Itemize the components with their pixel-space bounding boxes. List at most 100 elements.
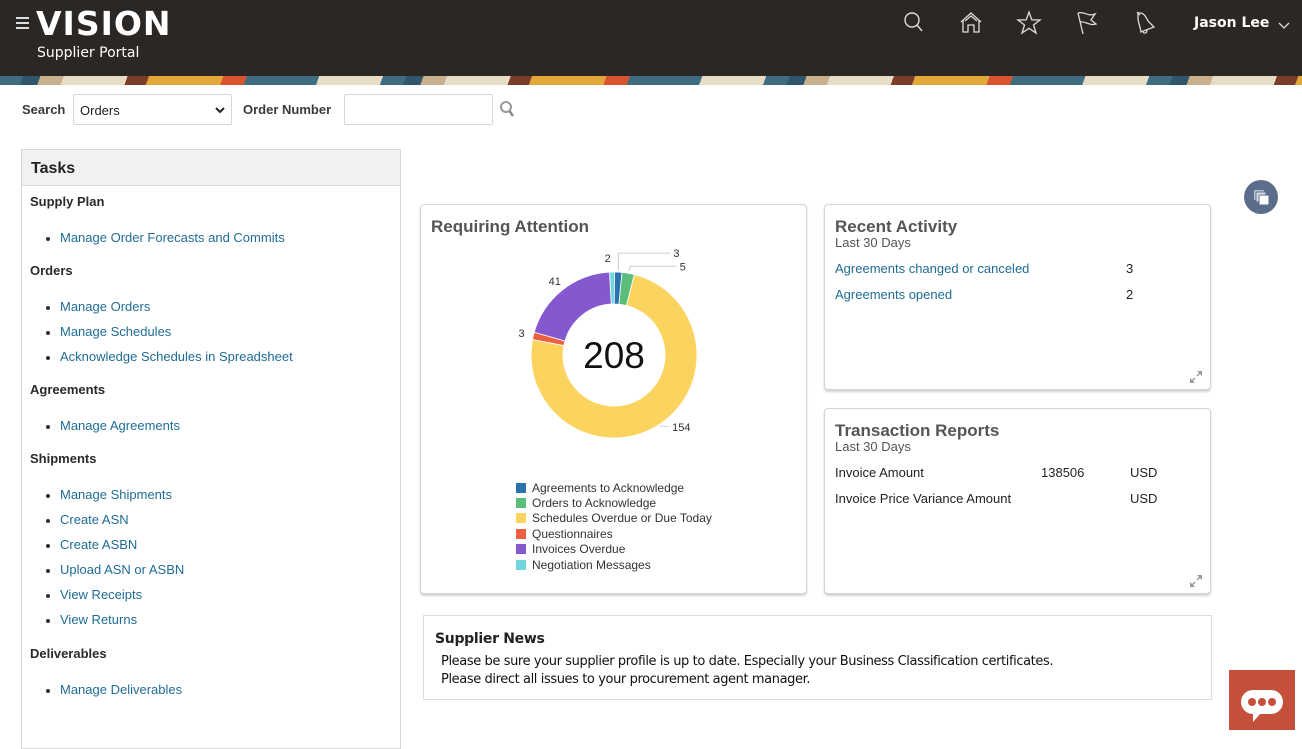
task-link[interactable]: Create ASBN bbox=[60, 537, 137, 552]
task-link[interactable]: Manage Schedules bbox=[60, 324, 171, 339]
news-line: Please direct all issues to your procure… bbox=[441, 672, 811, 687]
card-title: Recent Activity bbox=[835, 217, 958, 236]
report-label: Invoice Amount bbox=[835, 465, 924, 480]
card-title: Requiring Attention bbox=[431, 217, 590, 236]
search-label: Search bbox=[22, 102, 66, 117]
report-currency: USD bbox=[1130, 465, 1158, 480]
news-title: Supplier News bbox=[435, 631, 545, 647]
bullet bbox=[46, 331, 50, 335]
app-logo[interactable]: VISION bbox=[36, 4, 172, 43]
floating-action-button[interactable] bbox=[1244, 180, 1278, 214]
leader-line bbox=[628, 265, 677, 272]
order-number-label: Order Number bbox=[243, 102, 332, 117]
task-group-supply-plan: Supply Plan bbox=[30, 194, 105, 209]
expand-icon[interactable] bbox=[1190, 371, 1202, 383]
bullet bbox=[46, 544, 50, 548]
task-group-orders: Orders bbox=[30, 263, 73, 278]
navigator-menu-icon[interactable] bbox=[16, 17, 29, 29]
task-group-shipments: Shipments bbox=[30, 451, 97, 466]
legend-label: Negotiation Messages bbox=[532, 557, 651, 572]
favorites-star-icon[interactable] bbox=[1016, 10, 1042, 36]
bullet bbox=[46, 494, 50, 498]
search-category-value: Orders bbox=[80, 103, 120, 118]
search-icon[interactable] bbox=[901, 10, 927, 36]
donut-center-total: 208 bbox=[583, 335, 645, 376]
report-amount: 138506 bbox=[1041, 465, 1085, 480]
report-currency: USD bbox=[1130, 491, 1158, 506]
card-subtitle: Last 30 Days bbox=[835, 235, 911, 250]
bullet bbox=[46, 519, 50, 523]
task-link[interactable]: Manage Shipments bbox=[60, 487, 172, 502]
task-group-deliverables: Deliverables bbox=[30, 646, 107, 661]
legend-label: Questionnaires bbox=[532, 526, 613, 541]
slice-value-label: 2 bbox=[605, 253, 611, 265]
transaction-reports-card: Transaction Reports Last 30 Days Invoice… bbox=[824, 408, 1211, 594]
expand-icon[interactable] bbox=[1190, 575, 1202, 587]
app-subtitle: Supplier Portal bbox=[37, 45, 140, 61]
chevron-down-icon[interactable] bbox=[1277, 18, 1291, 30]
legend-label: Schedules Overdue or Due Today bbox=[532, 511, 712, 526]
task-link[interactable]: Create ASN bbox=[60, 512, 129, 527]
search-bar: Search Orders Order Number bbox=[0, 92, 600, 128]
task-link[interactable]: View Returns bbox=[60, 612, 137, 627]
task-group-agreements: Agreements bbox=[30, 382, 106, 397]
legend-label: Orders to Acknowledge bbox=[532, 496, 657, 511]
chevron-down-icon bbox=[215, 107, 225, 114]
supplier-news-panel: Supplier News Please be sure your suppli… bbox=[423, 615, 1212, 700]
bullet bbox=[46, 425, 50, 429]
card-subtitle: Last 30 Days bbox=[835, 439, 911, 454]
user-name[interactable]: Jason Lee bbox=[1194, 15, 1269, 31]
legend-swatch bbox=[516, 559, 526, 570]
legend-item[interactable]: Questionnaires bbox=[516, 526, 712, 541]
legend-swatch bbox=[516, 498, 526, 509]
legend-item[interactable]: Invoices Overdue bbox=[516, 542, 712, 557]
donut-chart: 2 35154341208 bbox=[518, 248, 698, 439]
order-number-input[interactable] bbox=[344, 94, 493, 125]
legend-swatch bbox=[516, 544, 526, 555]
tasks-title: Tasks bbox=[22, 150, 400, 186]
task-link[interactable]: Manage Agreements bbox=[60, 418, 180, 433]
task-link[interactable]: Manage Orders bbox=[60, 299, 150, 314]
tasks-panel: Tasks Supply Plan Manage Order Forecasts… bbox=[21, 149, 401, 749]
legend-item[interactable]: Agreements to Acknowledge bbox=[516, 480, 712, 495]
activity-count: 3 bbox=[1126, 261, 1134, 276]
legend-swatch bbox=[516, 482, 526, 493]
activity-count: 2 bbox=[1126, 287, 1134, 302]
requiring-attention-card: Requiring Attention 2 3 5 154 3 41 208 Agreeme… bbox=[420, 204, 807, 594]
global-header: VISION Supplier Portal Jason Lee bbox=[0, 0, 1302, 76]
bullet bbox=[46, 689, 50, 693]
task-link[interactable]: View Receipts bbox=[60, 587, 142, 602]
chat-button[interactable] bbox=[1229, 670, 1295, 730]
search-icon[interactable] bbox=[499, 100, 517, 120]
slice-value-label: 3 bbox=[673, 248, 679, 260]
activity-link[interactable]: Agreements changed or canceled bbox=[835, 261, 1029, 276]
card-title: Transaction Reports bbox=[835, 421, 1000, 440]
slice-value-label: 5 bbox=[680, 261, 686, 273]
legend-swatch bbox=[516, 513, 526, 524]
task-link[interactable]: Manage Order Forecasts and Commits bbox=[60, 230, 285, 245]
notifications-bell-icon[interactable] bbox=[1132, 10, 1158, 36]
slice-value-label: 41 bbox=[549, 276, 561, 288]
home-icon[interactable] bbox=[958, 10, 984, 36]
bullet bbox=[46, 237, 50, 241]
decorative-banner bbox=[0, 76, 1302, 85]
leader-line bbox=[617, 252, 671, 271]
donut-slice-invoices-overdue[interactable] bbox=[533, 271, 612, 342]
report-label: Invoice Price Variance Amount bbox=[835, 491, 1012, 506]
legend-item[interactable]: Negotiation Messages bbox=[516, 557, 712, 572]
task-link[interactable]: Upload ASN or ASBN bbox=[60, 562, 184, 577]
bullet bbox=[46, 569, 50, 573]
task-link[interactable]: Acknowledge Schedules in Spreadsheet bbox=[60, 349, 293, 364]
legend-item[interactable]: Orders to Acknowledge bbox=[516, 495, 712, 510]
task-link[interactable]: Manage Deliverables bbox=[60, 682, 182, 697]
activity-link[interactable]: Agreements opened bbox=[835, 287, 952, 302]
bullet bbox=[46, 356, 50, 360]
legend-label: Invoices Overdue bbox=[532, 542, 626, 557]
recent-activity-card: Recent Activity Last 30 Days Agreements … bbox=[824, 204, 1211, 390]
bullet bbox=[46, 619, 50, 623]
watchlist-flag-icon[interactable] bbox=[1074, 10, 1100, 36]
legend-swatch bbox=[516, 528, 526, 539]
search-category-select[interactable]: Orders bbox=[73, 94, 232, 125]
leader-line bbox=[659, 425, 670, 428]
legend-item[interactable]: Schedules Overdue or Due Today bbox=[516, 511, 712, 526]
